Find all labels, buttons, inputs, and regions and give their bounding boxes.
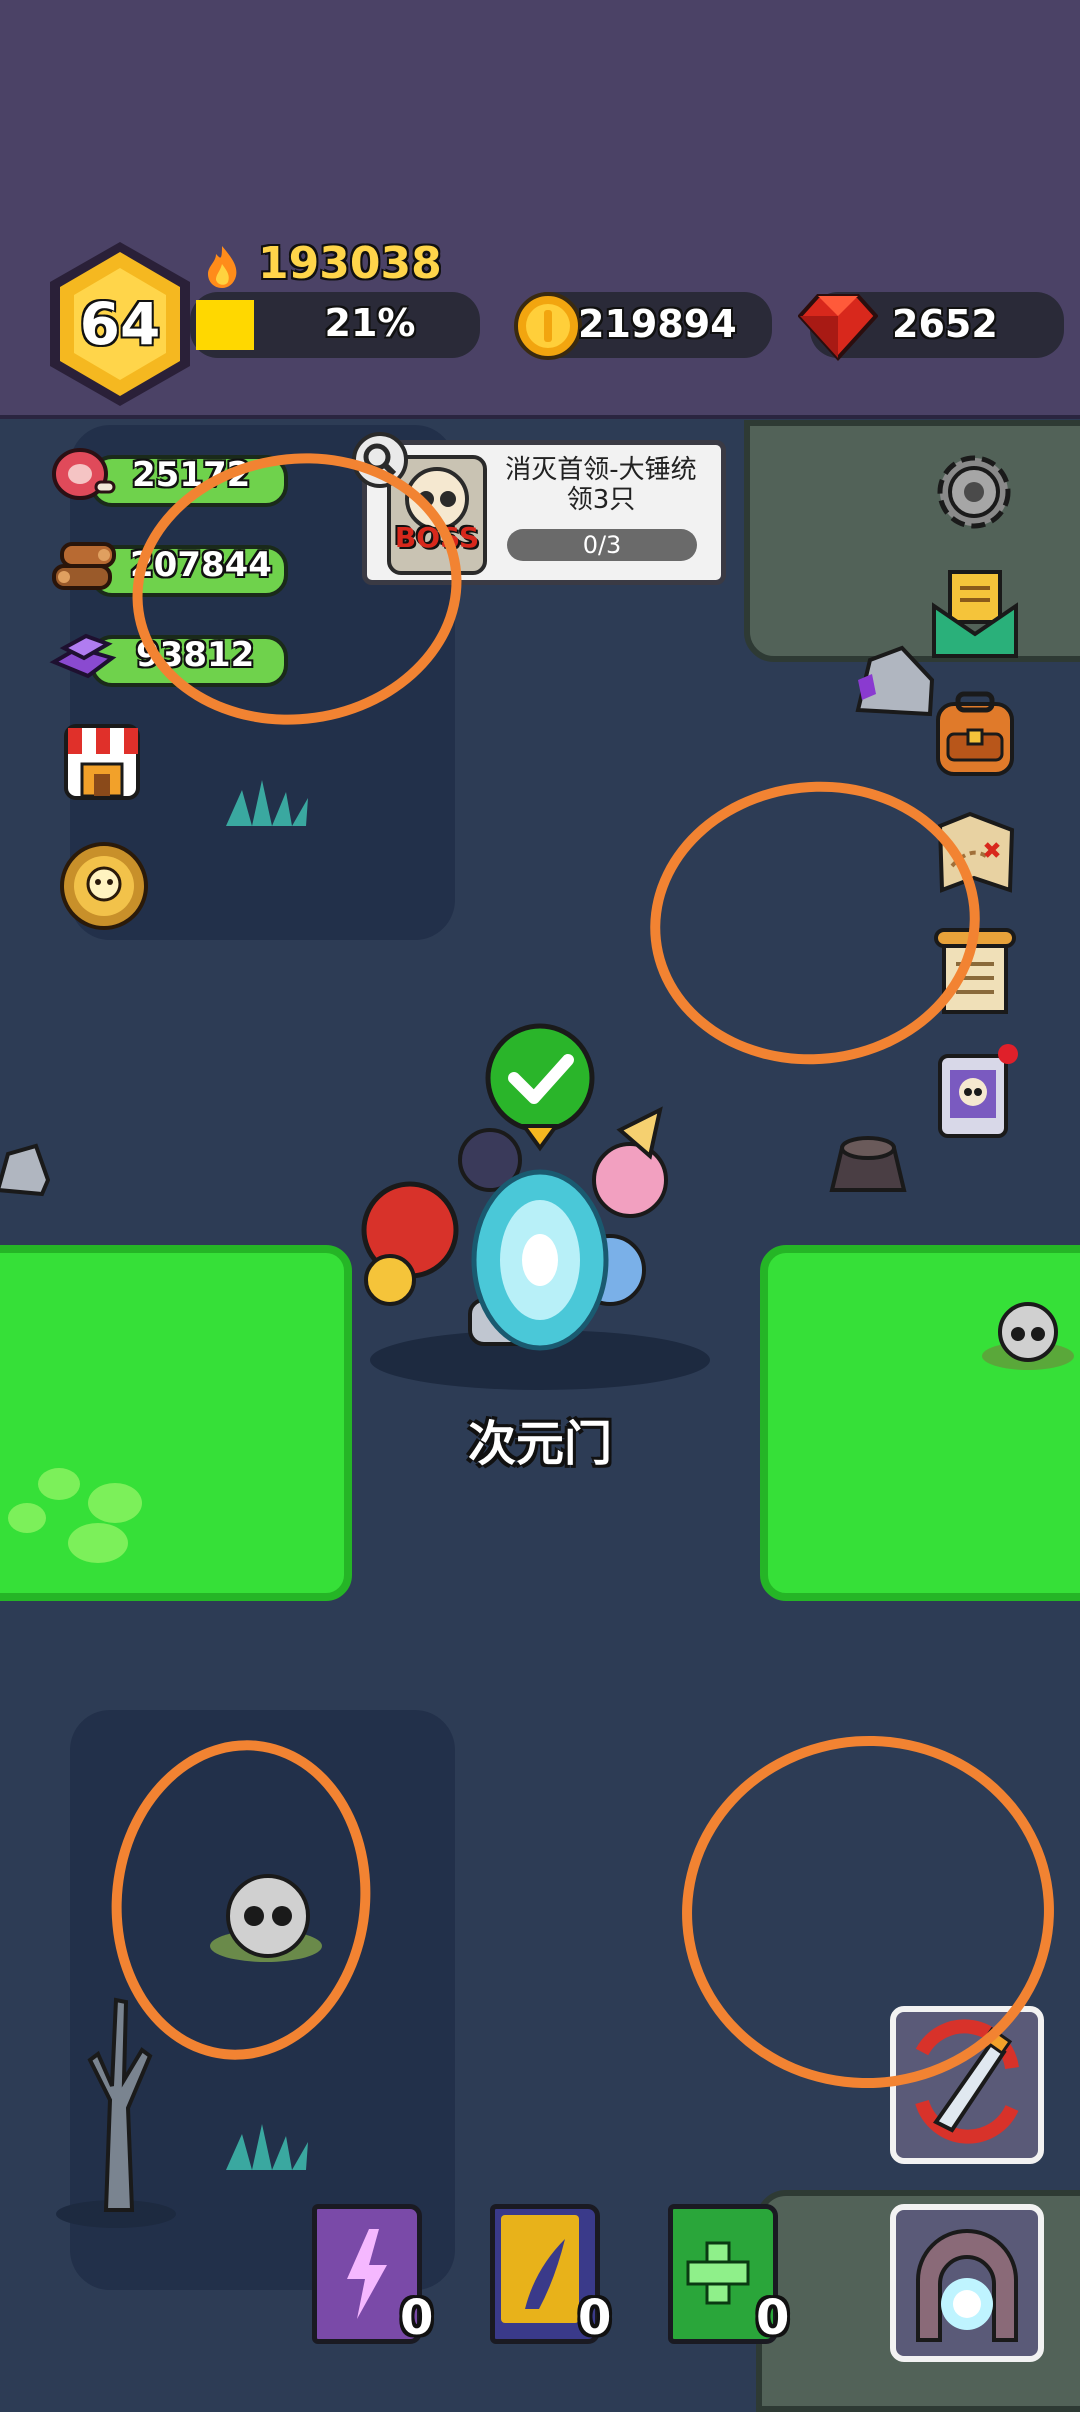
- inventory-button[interactable]: [930, 690, 1020, 780]
- gear-icon: [937, 455, 1011, 529]
- stone-platform: [744, 420, 1080, 662]
- bounty-card-button[interactable]: [934, 1042, 1024, 1142]
- quest-title: 消灭首领-大锤统领3只: [505, 455, 697, 515]
- laurel-medal-icon: [60, 842, 148, 930]
- meat-icon: [50, 444, 116, 506]
- rock-decor-right: [848, 640, 940, 720]
- quest-progress-text: 0/3: [582, 531, 622, 559]
- mail-envelope-icon: [932, 570, 1018, 658]
- gold-value: 219894: [578, 302, 737, 346]
- ruby-gem-icon: [797, 292, 879, 362]
- lightning-book-count: 0: [400, 2290, 434, 2346]
- level-badge[interactable]: 64: [44, 238, 196, 410]
- achievement-medal-button[interactable]: [56, 838, 152, 934]
- portal-gate-button[interactable]: [890, 2204, 1044, 2362]
- portal-label: 次元门: [467, 1416, 612, 1472]
- xp-bar: 21%: [190, 292, 480, 358]
- stone-portal-icon: [916, 2229, 1018, 2342]
- mail-button[interactable]: [930, 568, 1020, 660]
- shop-stall-icon: [64, 724, 140, 800]
- settings-button[interactable]: [932, 450, 1016, 534]
- power-value: 193038: [258, 238, 442, 289]
- wind-book-count: 0: [578, 2290, 612, 2346]
- xp-bar-fill: [196, 300, 254, 350]
- fire-icon: [204, 244, 240, 288]
- tree-stump-icon: [820, 1128, 916, 1198]
- grass-tuft-icon: [216, 776, 316, 830]
- skull-card-icon: [938, 1044, 1018, 1138]
- purple-ore-icon: [48, 628, 118, 686]
- gem-value: 2652: [892, 302, 998, 346]
- heal-book-count: 0: [756, 2290, 790, 2346]
- gold-coin-icon: [512, 290, 584, 362]
- xp-percent: 21%: [324, 301, 416, 345]
- hero-party[interactable]: [330, 1100, 730, 1400]
- wood-logs-icon: [50, 536, 120, 598]
- grass-tuft-bottom-icon: [216, 2120, 316, 2174]
- rock-decor-left: [0, 1140, 51, 1198]
- skull-decor-right: [980, 1298, 1076, 1374]
- grass-patch-left: [0, 1245, 352, 1601]
- level-number: 64: [79, 290, 161, 358]
- shop-button[interactable]: [60, 720, 144, 804]
- backpack-icon: [936, 691, 1014, 776]
- quest-progress-bar: 0/3: [507, 529, 697, 561]
